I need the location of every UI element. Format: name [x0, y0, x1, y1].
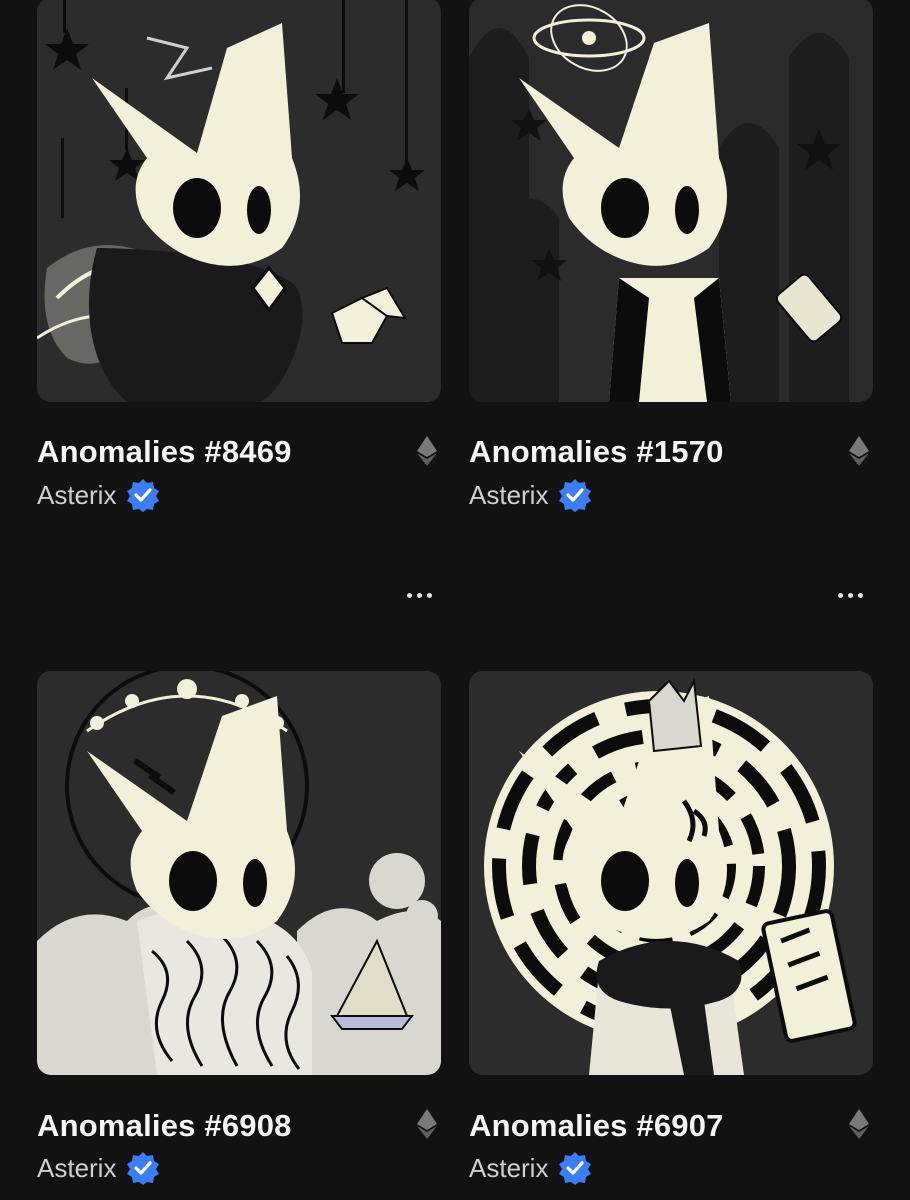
verified-badge-icon — [559, 1152, 592, 1185]
creator-row[interactable]: Asterix — [37, 478, 160, 512]
dot — [426, 592, 432, 598]
creator-row[interactable]: Asterix — [37, 1151, 160, 1185]
nft-artwork — [469, 671, 873, 1075]
dot — [837, 592, 843, 598]
verified-badge-icon — [127, 479, 160, 512]
creator-name[interactable]: Asterix — [469, 480, 548, 511]
dot — [416, 592, 422, 598]
nft-title[interactable]: Anomalies #1570 — [469, 434, 724, 470]
ethereum-icon — [417, 1109, 437, 1139]
nft-image[interactable] — [37, 0, 441, 402]
nft-artwork — [37, 0, 441, 402]
ethereum-icon — [417, 436, 437, 466]
dot — [857, 592, 863, 598]
ethereum-icon — [849, 1109, 869, 1139]
creator-name[interactable]: Asterix — [37, 480, 116, 511]
nft-title[interactable]: Anomalies #6907 — [469, 1108, 724, 1144]
dot — [847, 592, 853, 598]
nft-artwork — [469, 0, 873, 402]
more-options-button[interactable] — [830, 585, 870, 605]
nft-image[interactable] — [469, 671, 873, 1075]
creator-name[interactable]: Asterix — [37, 1153, 116, 1184]
creator-row[interactable]: Asterix — [469, 478, 592, 512]
nft-image[interactable] — [37, 671, 441, 1075]
creator-row[interactable]: Asterix — [469, 1151, 592, 1185]
nft-title[interactable]: Anomalies #6908 — [37, 1108, 292, 1144]
creator-name[interactable]: Asterix — [469, 1153, 548, 1184]
more-options-button[interactable] — [399, 585, 439, 605]
verified-badge-icon — [559, 479, 592, 512]
nft-artwork — [37, 671, 441, 1075]
nft-title[interactable]: Anomalies #8469 — [37, 434, 292, 470]
dot — [406, 592, 412, 598]
ethereum-icon — [849, 436, 869, 466]
nft-image[interactable] — [469, 0, 873, 402]
verified-badge-icon — [127, 1152, 160, 1185]
